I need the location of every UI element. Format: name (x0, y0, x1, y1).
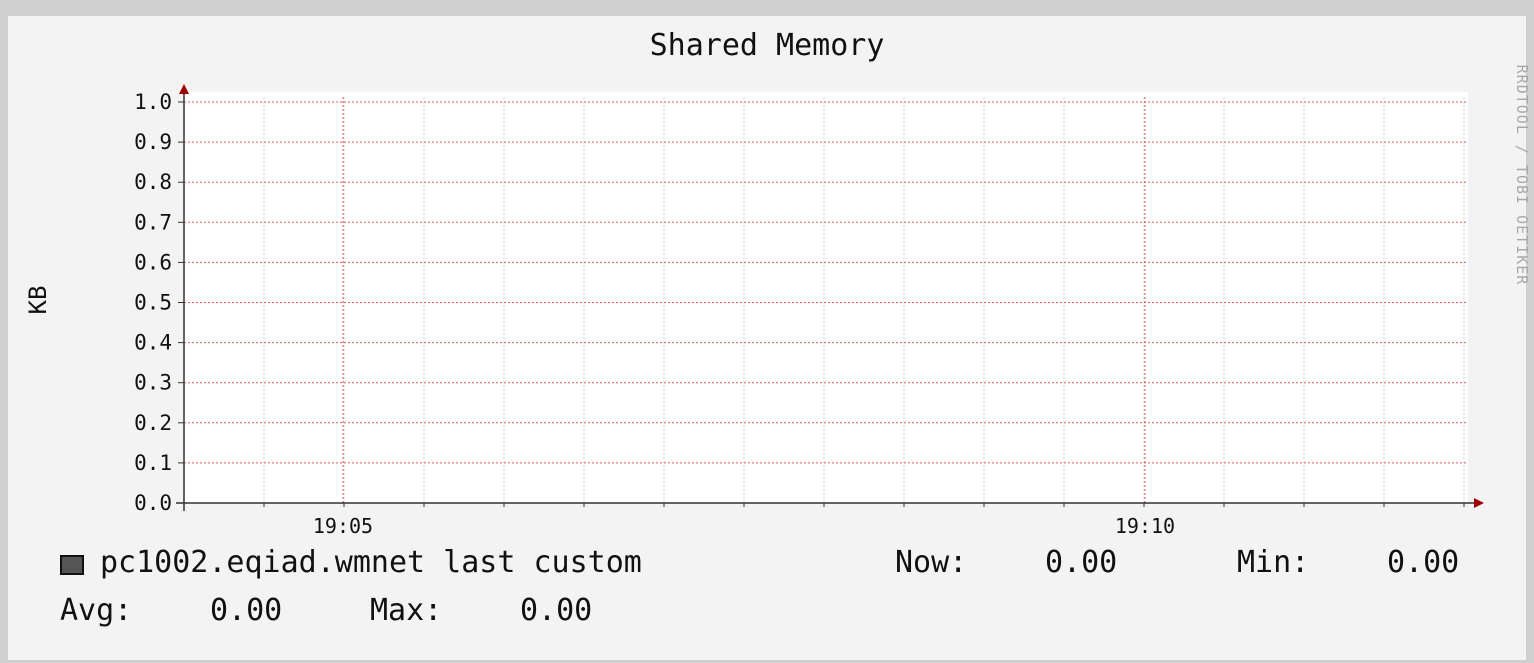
legend-now-label: Now: (895, 545, 968, 580)
series-swatch (60, 555, 84, 575)
legend-avg-label: Avg: (60, 593, 133, 628)
legend-min-value: 0.00 (1387, 545, 1460, 580)
plot-canvas (184, 92, 1468, 503)
y-tick-label: 0.6 (134, 250, 172, 274)
x-tick-label: 19:10 (1115, 514, 1175, 538)
x-tick-label: 19:05 (313, 514, 373, 538)
y-tick-label: 0.8 (134, 170, 172, 194)
y-tick-label: 0.3 (134, 371, 172, 395)
legend-series-label: pc1002.eqiad.wmnet last custom (100, 545, 642, 580)
x-axis-arrow (1474, 498, 1484, 508)
graph-image: Shared Memory KB RRDTOOL / TOBI OETIKER … (0, 0, 1534, 663)
y-tick-label: 0.2 (134, 411, 172, 435)
y-tick-label: 0.4 (134, 331, 172, 355)
legend-min-label: Min: (1237, 545, 1310, 580)
legend-max-value: 0.00 (520, 593, 593, 628)
legend-now-value: 0.00 (1045, 545, 1118, 580)
y-axis-arrow (179, 84, 189, 94)
y-tick-label: 0.7 (134, 210, 172, 234)
y-tick-label: 1.0 (134, 90, 172, 114)
y-tick-label: 0.0 (134, 491, 172, 515)
legend-avg-value: 0.00 (210, 593, 283, 628)
y-tick-label: 0.9 (134, 130, 172, 154)
y-tick-label: 0.1 (134, 451, 172, 475)
y-tick-label: 0.5 (134, 291, 172, 315)
legend-max-label: Max: (370, 593, 443, 628)
